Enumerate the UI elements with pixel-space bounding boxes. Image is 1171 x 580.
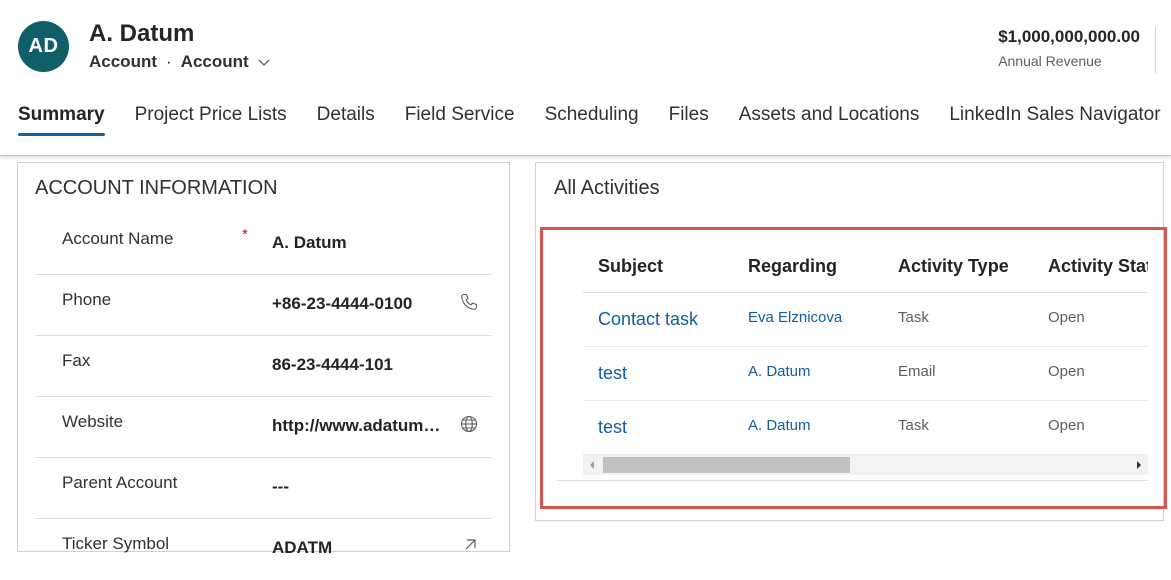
horizontal-scrollbar[interactable] bbox=[583, 455, 1148, 475]
regarding-link[interactable]: A. Datum bbox=[733, 401, 883, 454]
scroll-right-icon[interactable] bbox=[1130, 455, 1148, 475]
field-phone[interactable]: Phone +86-23-4444-0100 bbox=[35, 274, 492, 336]
subgrid-title: All Activities bbox=[554, 177, 660, 199]
field-ticker-symbol[interactable]: Ticker Symbol ADATM bbox=[35, 518, 492, 580]
account-information-section: ACCOUNT INFORMATION Account Name * A. Da… bbox=[17, 162, 510, 557]
field-account-name[interactable]: Account Name * A. Datum bbox=[35, 213, 492, 275]
website-value[interactable]: http://www.adatum.com bbox=[272, 416, 442, 436]
header-divider bbox=[1155, 27, 1156, 73]
activity-type-cell: Task bbox=[898, 417, 929, 434]
tab-details[interactable]: Details bbox=[317, 102, 375, 138]
tab-files[interactable]: Files bbox=[669, 102, 709, 138]
tab-scheduling[interactable]: Scheduling bbox=[545, 102, 639, 138]
record-title: A. Datum bbox=[89, 20, 195, 47]
tab-field-service[interactable]: Field Service bbox=[405, 102, 515, 138]
field-fax[interactable]: Fax 86-23-4444-101 bbox=[35, 335, 492, 397]
activities-grid: Subject Regarding Activity Type Activity… bbox=[583, 230, 1148, 480]
activity-type-cell: Email bbox=[898, 363, 936, 380]
subject-link[interactable]: test bbox=[583, 401, 733, 454]
phone-icon[interactable] bbox=[459, 292, 479, 312]
globe-icon[interactable] bbox=[459, 414, 479, 434]
chevron-down-icon[interactable] bbox=[256, 54, 272, 70]
required-indicator: * bbox=[242, 226, 248, 243]
parent-account-value[interactable]: --- bbox=[272, 477, 289, 497]
table-row[interactable]: test A. Datum Email Open bbox=[583, 347, 1148, 401]
tab-project-price-lists[interactable]: Project Price Lists bbox=[135, 102, 287, 138]
annual-revenue-value: $1,000,000,000.00 bbox=[998, 27, 1140, 46]
form-tabs: Summary Project Price Lists Details Fiel… bbox=[18, 102, 1171, 142]
field-label: Account Name bbox=[62, 229, 174, 248]
field-label: Parent Account bbox=[62, 473, 178, 492]
grid-footer-divider bbox=[557, 480, 1148, 481]
annual-revenue-label: Annual Revenue bbox=[998, 53, 1102, 69]
column-header-regarding[interactable]: Regarding bbox=[733, 230, 883, 292]
subject-link[interactable]: test bbox=[583, 347, 733, 400]
account-name-value[interactable]: A. Datum bbox=[272, 233, 347, 253]
column-header-subject[interactable]: Subject bbox=[583, 230, 733, 292]
activity-type-cell: Task bbox=[898, 309, 929, 326]
activity-status-cell: Open bbox=[1048, 417, 1085, 434]
column-header-activity-type[interactable]: Activity Type bbox=[883, 230, 1033, 292]
field-parent-account[interactable]: Parent Account --- bbox=[35, 457, 492, 519]
record-subtitle: Account · Account bbox=[89, 52, 272, 72]
all-activities-section: All Activities Subject Regarding Activit… bbox=[535, 162, 1167, 521]
table-row[interactable]: Contact task Eva Elznicova Task Open bbox=[583, 293, 1148, 347]
annual-revenue-kpi: $1,000,000,000.00 Annual Revenue bbox=[998, 27, 1140, 69]
field-label: Phone bbox=[62, 290, 112, 309]
field-website[interactable]: Website http://www.adatum.com bbox=[35, 396, 492, 458]
fax-value[interactable]: 86-23-4444-101 bbox=[272, 355, 393, 375]
regarding-link[interactable]: Eva Elznicova bbox=[733, 293, 883, 346]
tab-assets-and-locations[interactable]: Assets and Locations bbox=[739, 102, 920, 138]
scroll-left-icon[interactable] bbox=[583, 455, 601, 475]
field-label: Website bbox=[62, 412, 124, 431]
separator: · bbox=[166, 52, 172, 71]
tab-summary[interactable]: Summary bbox=[18, 102, 105, 138]
regarding-link[interactable]: A. Datum bbox=[733, 347, 883, 400]
tab-linkedin-sales-navigator[interactable]: LinkedIn Sales Navigator bbox=[949, 102, 1160, 138]
subject-link[interactable]: Contact task bbox=[583, 293, 733, 346]
activities-grid-highlight: Subject Regarding Activity Type Activity… bbox=[540, 227, 1167, 509]
account-avatar: AD bbox=[18, 21, 69, 72]
form-selector[interactable]: Account bbox=[181, 52, 249, 72]
column-header-activity-status[interactable]: Activity Status bbox=[1033, 230, 1148, 292]
grid-header-row: Subject Regarding Activity Type Activity… bbox=[583, 230, 1148, 293]
record-header: AD A. Datum Account · Account $1,000,000… bbox=[0, 0, 1171, 156]
activity-status-cell: Open bbox=[1048, 363, 1085, 380]
phone-value[interactable]: +86-23-4444-0100 bbox=[272, 294, 412, 314]
activity-status-cell: Open bbox=[1048, 309, 1085, 326]
table-row[interactable]: test A. Datum Task Open bbox=[583, 401, 1148, 455]
ticker-symbol-value[interactable]: ADATM bbox=[272, 538, 332, 558]
field-label: Fax bbox=[62, 351, 91, 370]
external-link-icon[interactable] bbox=[459, 536, 479, 556]
scrollbar-thumb[interactable] bbox=[603, 457, 850, 473]
field-label: Ticker Symbol bbox=[62, 534, 170, 553]
section-title: ACCOUNT INFORMATION bbox=[35, 177, 278, 199]
entity-name: Account bbox=[89, 52, 157, 71]
